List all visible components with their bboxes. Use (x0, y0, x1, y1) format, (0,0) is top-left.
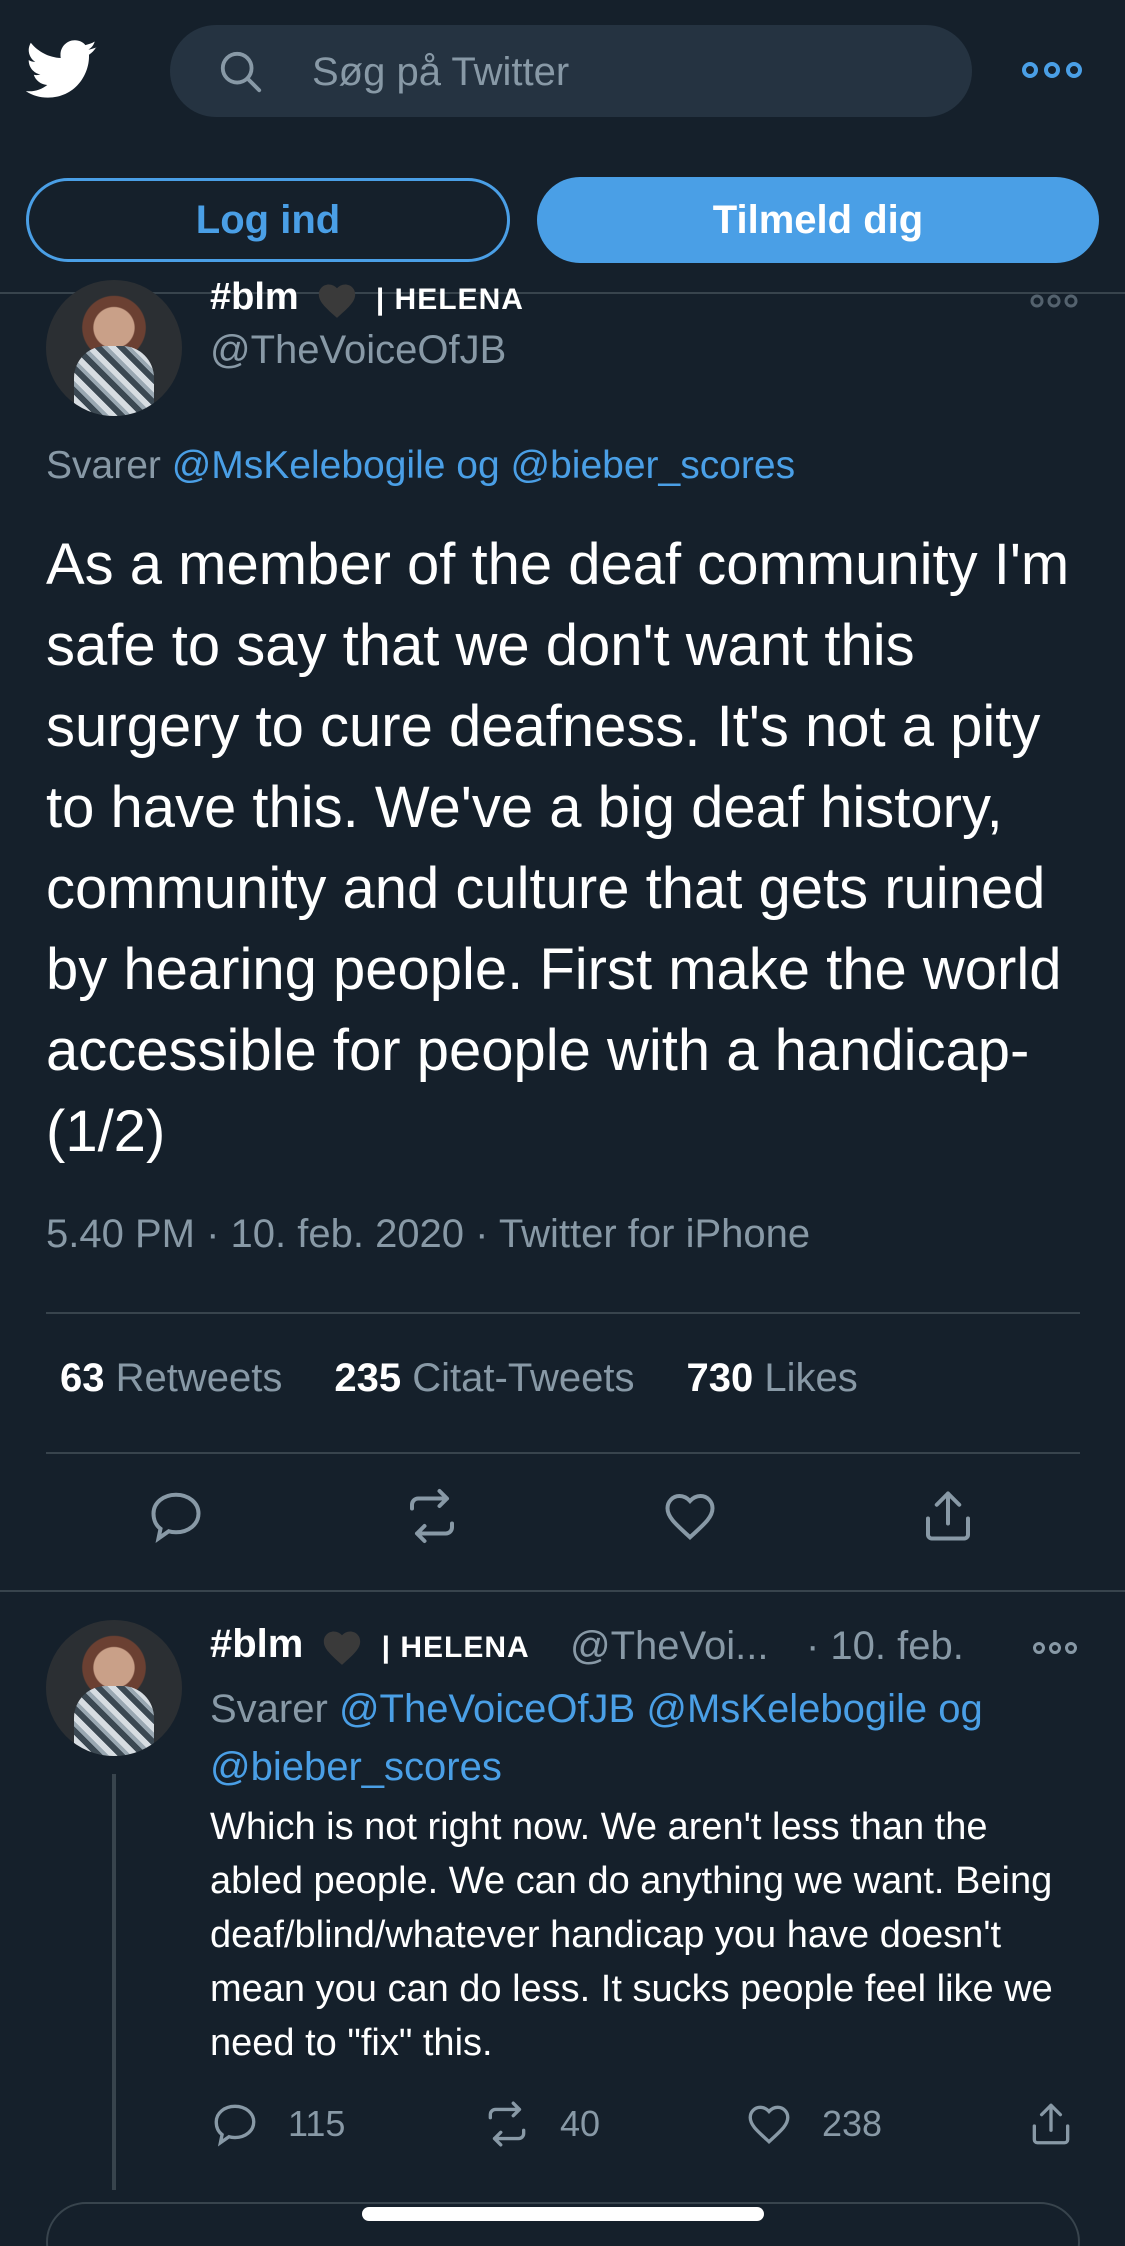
tweet-stats: 63 Retweets 235 Citat-Tweets 730 Likes (60, 1356, 858, 1401)
tweet-actions (0, 1486, 1125, 1566)
likes-stat[interactable]: 730 Likes (687, 1356, 858, 1400)
tweet-timestamp[interactable]: 5.40 PM · 10. feb. 2020 · Twitter for iP… (46, 1212, 810, 1257)
home-indicator[interactable] (362, 2207, 764, 2221)
reply-replying-to: Svarer @TheVoiceOfJB @MsKelebogile og @b… (210, 1687, 983, 1789)
auth-bar: Log ind Tilmeld dig (0, 140, 1125, 294)
retweet-icon[interactable] (402, 1486, 462, 1546)
signup-button[interactable]: Tilmeld dig (537, 177, 1099, 263)
mention-link[interactable]: @TheVoiceOfJB (339, 1687, 635, 1731)
search-icon (220, 51, 262, 93)
mention-link[interactable]: @bieber_scores (210, 1745, 502, 1789)
author-handle[interactable]: @TheVoiceOfJB (210, 328, 506, 373)
reply-date[interactable]: · 10. feb. (806, 1624, 964, 1669)
reply-like-button[interactable]: 238 (744, 2096, 882, 2152)
top-bar: Søg på Twitter (0, 0, 1125, 140)
like-icon[interactable] (660, 1486, 720, 1546)
author-name[interactable]: #blm | HELENA (210, 276, 524, 319)
section-divider (0, 1590, 1125, 1592)
reply-more-icon[interactable] (1032, 1638, 1078, 1658)
retweet-icon (488, 2101, 526, 2147)
twitter-bird-icon[interactable] (26, 38, 98, 102)
replying-to: Svarer @MsKelebogile og @bieber_scores (46, 444, 796, 487)
search-bar[interactable]: Søg på Twitter (170, 25, 972, 117)
like-icon (748, 2105, 790, 2144)
reply-retweet-button[interactable]: 40 (482, 2096, 600, 2152)
mention-link[interactable]: @bieber_scores (511, 444, 796, 487)
retweets-stat[interactable]: 63 Retweets (60, 1356, 282, 1400)
quotes-stat[interactable]: 235 Citat-Tweets (334, 1356, 634, 1400)
share-icon[interactable] (918, 1486, 978, 1546)
tweet-more-icon[interactable] (1030, 290, 1078, 312)
reply-icon (214, 2104, 256, 2147)
reply-text: Which is not right now. We aren't less t… (210, 1806, 1053, 2064)
reply-share-button[interactable] (1026, 2096, 1076, 2152)
author-name-suffix: | HELENA (375, 283, 524, 316)
reply-count: 115 (288, 2103, 346, 2144)
divider (46, 1452, 1080, 1454)
more-options-icon[interactable] (1022, 56, 1082, 84)
avatar[interactable] (46, 280, 182, 416)
author-display-name: #blm (210, 276, 299, 318)
twitter-page: Søg på Twitter Log ind Tilmeld dig #blm … (0, 0, 1125, 2246)
divider (46, 1312, 1080, 1314)
black-heart-emoji-icon (319, 284, 356, 318)
black-heart-emoji-icon (324, 1631, 361, 1666)
search-placeholder: Søg på Twitter (312, 50, 570, 94)
reply-reply-button[interactable]: 115 (210, 2096, 345, 2152)
mention-link[interactable]: @MsKelebogile (646, 1687, 927, 1731)
share-icon (1032, 2103, 1070, 2145)
mention-link[interactable]: @MsKelebogile (172, 444, 446, 487)
reply-icon[interactable] (146, 1486, 206, 1546)
tweet-text: As a member of the deaf community I'm sa… (46, 532, 1070, 1164)
reply-avatar[interactable] (46, 1620, 182, 1756)
reply-author-handle[interactable]: @TheVoi... (570, 1624, 768, 1669)
like-count: 238 (822, 2103, 883, 2144)
retweet-count: 40 (560, 2103, 601, 2144)
reply-actions: 115 40 238 (0, 2096, 1125, 2156)
login-button[interactable]: Log ind (26, 178, 510, 262)
reply-author-name[interactable]: #blm | HELENA (210, 1622, 530, 1667)
